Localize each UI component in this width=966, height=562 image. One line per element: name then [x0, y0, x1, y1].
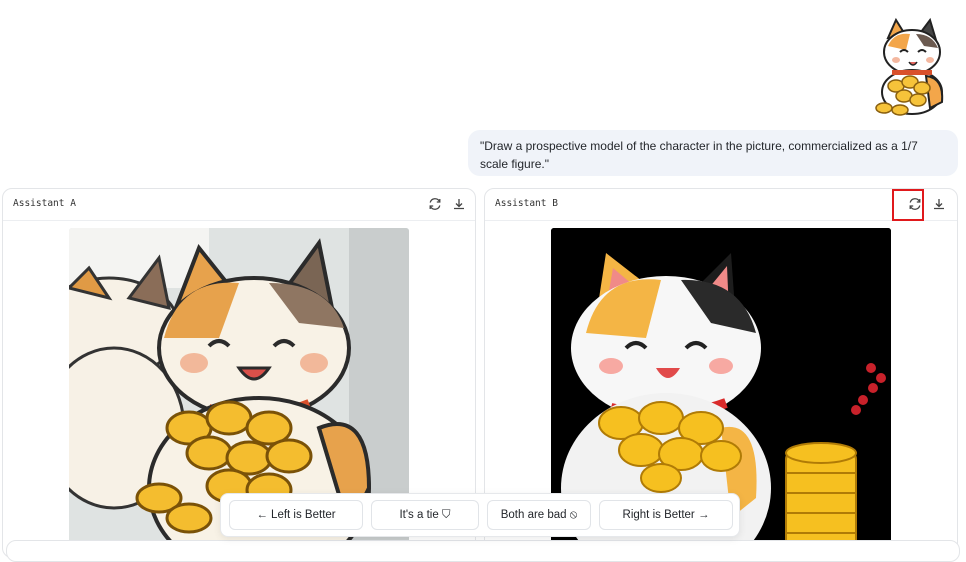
- chat-input-container[interactable]: [6, 540, 960, 562]
- right-is-better-button[interactable]: Right is Better →: [599, 500, 733, 530]
- refresh-icon[interactable]: [907, 196, 923, 212]
- both-bad-button[interactable]: Both are bad ⦸: [487, 500, 591, 530]
- reference-image: [866, 16, 956, 116]
- prompt-text: "Draw a prospective model of the charact…: [480, 139, 918, 171]
- vote-bar: ← Left is Better It's a tie ⛉ Both are b…: [220, 493, 740, 537]
- prompt-bubble: "Draw a prospective model of the charact…: [468, 130, 958, 176]
- tie-button[interactable]: It's a tie ⛉: [371, 500, 479, 530]
- left-is-better-button[interactable]: ← Left is Better: [229, 500, 363, 530]
- refresh-icon[interactable]: [427, 196, 443, 212]
- assistant-b-title: Assistant B: [495, 198, 558, 209]
- assistant-a-title: Assistant A: [13, 198, 76, 209]
- download-icon[interactable]: [931, 196, 947, 212]
- download-icon[interactable]: [451, 196, 467, 212]
- assistant-b-header: Assistant B: [485, 189, 957, 221]
- assistant-a-header: Assistant A: [3, 189, 475, 221]
